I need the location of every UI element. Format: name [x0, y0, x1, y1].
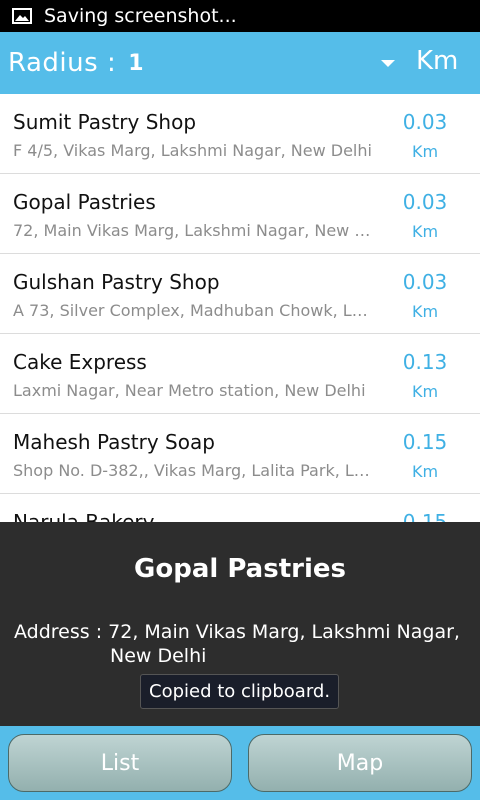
distance-unit: Km	[411, 302, 439, 321]
list-item[interactable]: Cake Express Laxmi Nagar, Near Metro sta…	[0, 334, 480, 414]
detail-address[interactable]: Address : 72, Main Vikas Marg, Lakshmi N…	[14, 620, 474, 668]
shop-address: Laxmi Nagar, Near Metro station, New Del…	[13, 381, 366, 400]
status-bar: Saving screenshot...	[0, 0, 480, 32]
distance-unit: Km	[411, 142, 439, 161]
list-tab-button[interactable]: List	[8, 734, 232, 792]
shop-distance: 0.13	[402, 350, 448, 374]
clipboard-toast: Copied to clipboard.	[140, 674, 340, 709]
list-item[interactable]: Gulshan Pastry Shop A 73, Silver Complex…	[0, 254, 480, 334]
shop-address: 72, Main Vikas Marg, Lakshmi Nagar, New …	[13, 221, 375, 240]
shop-address: A 73, Silver Complex, Madhuban Chowk, La…	[13, 301, 375, 320]
radius-header: Radius : 1 Km	[0, 32, 480, 94]
shop-address: Shop No. D-382,, Vikas Marg, Lalita Park…	[13, 461, 375, 480]
shop-name: Mahesh Pastry Soap	[13, 430, 215, 454]
list-item[interactable]: Gopal Pastries 72, Main Vikas Marg, Laks…	[0, 174, 480, 254]
shop-address: F 4/5, Vikas Marg, Lakshmi Nagar, New De…	[13, 141, 372, 160]
shop-distance: 0.03	[402, 190, 448, 214]
shop-distance: 0.03	[402, 270, 448, 294]
map-tab-button[interactable]: Map	[248, 734, 472, 792]
app-screen: Saving screenshot... Radius : 1 Km Sumit…	[0, 0, 480, 800]
shop-name: Gopal Pastries	[13, 190, 156, 214]
shop-name: Gulshan Pastry Shop	[13, 270, 220, 294]
image-icon	[12, 7, 34, 25]
shop-distance: 0.15	[402, 430, 448, 454]
radius-value: 1	[128, 50, 144, 76]
shop-name: Cake Express	[13, 350, 147, 374]
list-item[interactable]: Mahesh Pastry Soap Shop No. D-382,, Vika…	[0, 414, 480, 494]
detail-address-line2: New Delhi	[110, 645, 207, 667]
radius-dropdown-icon[interactable]	[381, 60, 395, 67]
radius-label: Radius :	[8, 48, 117, 78]
detail-address-line1: Address : 72, Main Vikas Marg, Lakshmi N…	[14, 621, 460, 643]
shop-distance: 0.03	[402, 110, 448, 134]
shop-list[interactable]: Sumit Pastry Shop F 4/5, Vikas Marg, Lak…	[0, 94, 480, 534]
detail-title: Gopal Pastries	[134, 554, 346, 584]
bottom-bar: List Map	[0, 726, 480, 800]
list-item[interactable]: Sumit Pastry Shop F 4/5, Vikas Marg, Lak…	[0, 94, 480, 174]
distance-unit: Km	[411, 462, 439, 481]
distance-unit: Km	[411, 222, 439, 241]
unit-label: Km	[416, 46, 459, 76]
shop-detail-panel: Gopal Pastries Address : 72, Main Vikas …	[0, 522, 480, 726]
status-text: Saving screenshot...	[44, 5, 237, 27]
shop-name: Sumit Pastry Shop	[13, 110, 197, 134]
distance-unit: Km	[411, 382, 439, 401]
